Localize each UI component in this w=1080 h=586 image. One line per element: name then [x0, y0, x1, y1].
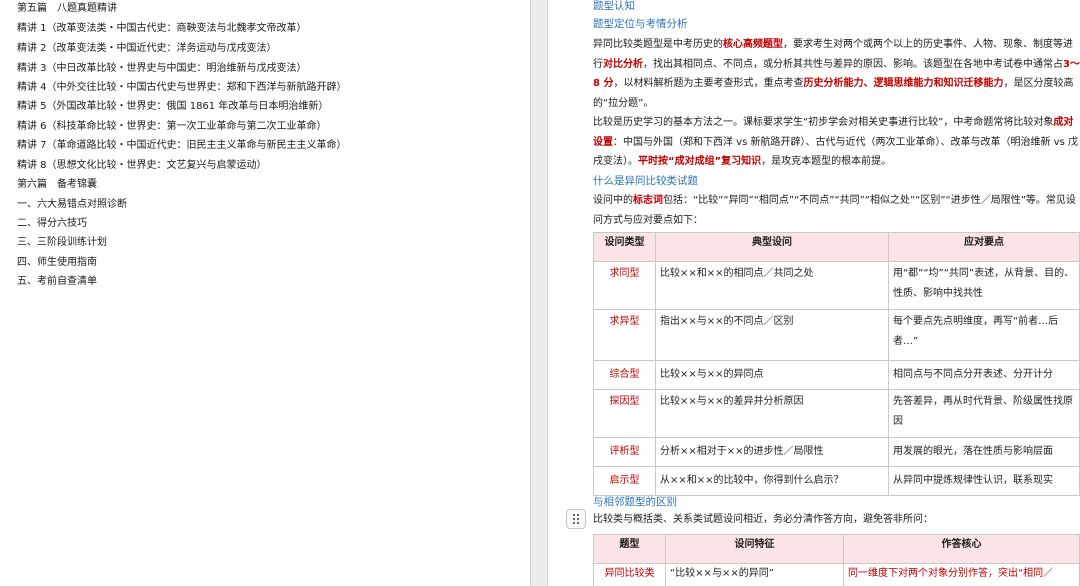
emphasis-text: 平时按“成对成组”复习知识: [638, 156, 762, 167]
section-heading: 题型认知: [593, 0, 635, 12]
table-row: 评析型 分析××相对于××的进步性／局限性 用发展的眼光，落在性质与影响层面: [593, 437, 1080, 467]
table-header-row: 题型 设问特征 作答核心: [593, 534, 1080, 564]
toc-line[interactable]: 五、考前自查清单: [17, 275, 97, 288]
table-cell-type: 探因型: [593, 389, 656, 438]
paragraph-distinction[interactable]: 比较类与概括类、关系类试题设问相近，务必分清作答方向，避免答非所问：: [593, 510, 1080, 530]
toc-line[interactable]: 精讲 4（中外交往比较・中国古代史与世界史：郑和下西洋与新航路开辟）: [17, 81, 347, 94]
text-run: ，是攻克本题型的根本前提。: [761, 156, 892, 167]
toc-line[interactable]: 精讲 8（思想文化比较・世界史：文艺复兴与启蒙运动）: [17, 159, 267, 172]
table-cell-type: 综合型: [593, 360, 656, 390]
toc-line[interactable]: 第六篇 备考锦囊: [17, 178, 97, 191]
toc-line[interactable]: 精讲 7（革命道路比较・中国近代史：旧民主主义革命与新民主主义革命）: [17, 139, 347, 152]
table-cell-type: 求异型: [593, 309, 656, 361]
table-header-cell: 典型设问: [655, 232, 889, 262]
table-row: 求异型 指出××与××的不同点／区别 每个要点先点明维度，再写“前者…后者…”: [593, 309, 1080, 361]
toc-line[interactable]: 三、三阶段训练计划: [17, 236, 107, 249]
table-row: 求同型 比较××和××的相同点／共同之处 用“都”“均”“共同”表述，从背景、目…: [593, 261, 1080, 310]
toc-line[interactable]: 二、得分六技巧: [17, 217, 87, 230]
table-row: 综合型 比较××与××的异同点 相同点与不同点分开表述、分开计分: [593, 360, 1080, 390]
table-cell: 从××和××的比较中，你得到什么启示？: [655, 466, 889, 496]
table-row: 启示型 从××和××的比较中，你得到什么启示？ 从异同中提炼规律性认识，联系现实: [593, 466, 1080, 496]
table-cell: 先答差异，再从时代背景、阶级属性找原因: [888, 389, 1080, 438]
section-heading: 什么是异同比较类试题: [593, 175, 698, 187]
table-cell: 比较××与××的差异并分析原因: [655, 389, 889, 438]
toc-line[interactable]: 精讲 1（改革变法类・中国古代史：商鞅变法与北魏孝文帝改革）: [17, 22, 307, 35]
emphasis-text: 标志词: [633, 195, 663, 206]
left-page: 第五篇 八题真题精讲 精讲 1（改革变法类・中国古代史：商鞅变法与北魏孝文帝改革…: [0, 0, 530, 586]
text-run: 异同比较类题型是中考历史的: [593, 39, 723, 50]
table-cell-type: 评析型: [593, 437, 656, 467]
table-cell: 比较××和××的相同点／共同之处: [655, 261, 889, 310]
text-run: 包括：“比较”“异同”“相同点”“不同点”“共同”“相似之处”“区别”“进步性／…: [593, 195, 1076, 226]
text-run: ，找出其相同点、不同点，或分析其共性与差异的原因、影响。该题型在各地中考试卷中通…: [643, 58, 1063, 70]
toc-line[interactable]: 精讲 5（外国改革比较・世界史：俄国 1861 年改革与日本明治维新）: [17, 100, 328, 113]
table-header-cell: 作答核心: [843, 534, 1080, 564]
table-cell: 比较××与××的异同点: [655, 360, 889, 390]
paragraph-intro[interactable]: 异同比较类题型是中考历史的核心高频题型，要求考生对两个或两个以上的历史事件、人物…: [593, 35, 1080, 113]
table-header-cell: 应对要点: [888, 232, 1080, 262]
emphasis-text: 对比分析: [603, 58, 643, 70]
section-heading: 与相邻题型的区别: [593, 496, 677, 508]
toc-line[interactable]: 四、师生使用指南: [17, 256, 97, 269]
question-type-table[interactable]: 设问类型 典型设问 应对要点 求同型 比较××和××的相同点／共同之处 用“都”…: [593, 232, 1080, 496]
table-cell: 分析××相对于××的进步性／局限性: [655, 437, 889, 467]
table-row: 异同比较类 “比较××与××的异同” 同一维度下对两个对象分别作答，突出“相同／: [593, 563, 1080, 586]
toc-line[interactable]: 第五篇 八题真题精讲: [17, 2, 117, 15]
toc-line[interactable]: 精讲 6（科技革命比较・世界史：第一次工业革命与第二次工业革命）: [17, 120, 327, 133]
table-header-cell: 题型: [593, 534, 666, 564]
text-run: 设问中的: [593, 195, 633, 206]
table-cell-type: 求同型: [593, 261, 656, 310]
text-run: ，以材料解析题为主要考查形式，重点考查: [613, 78, 804, 89]
table-header-cell: 设问特征: [665, 534, 844, 564]
right-page: 题型认知 题型定位与考情分析 异同比较类题型是中考历史的核心高频题型，要求考生对…: [548, 0, 1080, 586]
table-cell: 用发展的眼光，落在性质与影响层面: [888, 437, 1080, 467]
toc-line[interactable]: 精讲 3（中日改革比较・世界史与中国史：明治维新与戊戌变法）: [17, 62, 307, 75]
table-header-cell: 设问类型: [593, 232, 656, 262]
table-cell: 相同点与不同点分开表述、分开计分: [888, 360, 1080, 390]
distinction-table[interactable]: 题型 设问特征 作答核心 异同比较类 “比较××与××的异同” 同一维度下对两个…: [593, 534, 1080, 586]
table-cell: 从异同中提炼规律性认识，联系现实: [888, 466, 1080, 496]
section-heading: 题型定位与考情分析: [593, 18, 688, 30]
page-gutter: [530, 0, 548, 586]
toc-line[interactable]: 一、六大易错点对照诊断: [17, 198, 127, 211]
emphasis-text: 核心高频题型: [723, 39, 783, 50]
paragraph-method[interactable]: 比较是历史学习的基本方法之一。课标要求学生“初步学会对相关史事进行比较”，中考命…: [593, 113, 1080, 172]
table-cell-type: 启示型: [593, 466, 656, 496]
table-cell: 同一维度下对两个对象分别作答，突出“相同／: [843, 563, 1080, 586]
table-cell: 每个要点先点明维度，再写“前者…后者…”: [888, 309, 1080, 361]
drag-handle-icon[interactable]: [566, 509, 586, 529]
paragraph-keywords[interactable]: 设问中的标志词包括：“比较”“异同”“相同点”“不同点”“共同”“相似之处”“区…: [593, 191, 1080, 230]
table-cell: 用“都”“均”“共同”表述，从背景、目的、性质、影响中找共性: [888, 261, 1080, 310]
text-run: 比较是历史学习的基本方法之一。课标要求学生“初步学会对相关史事进行比较”，中考命…: [593, 117, 1054, 128]
table-cell: 指出××与××的不同点／区别: [655, 309, 889, 361]
table-header-row: 设问类型 典型设问 应对要点: [593, 232, 1080, 262]
toc-line[interactable]: 精讲 2（改革变法类・中国近代史：洋务运动与戊戌变法）: [17, 42, 277, 55]
table-cell-type: 异同比较类: [593, 563, 666, 586]
table-row: 探因型 比较××与××的差异并分析原因 先答差异，再从时代背景、阶级属性找原因: [593, 389, 1080, 438]
table-cell: “比较××与××的异同”: [665, 563, 844, 586]
emphasis-text: 历史分析能力、逻辑思维能力和知识迁移能力: [803, 78, 1004, 89]
